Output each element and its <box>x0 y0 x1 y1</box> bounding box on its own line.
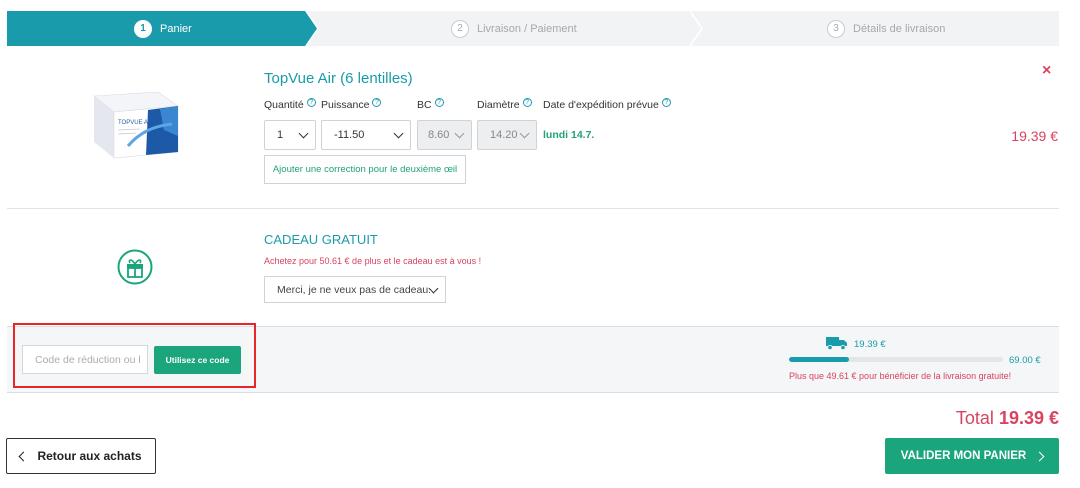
bc-label: BC ? <box>417 97 444 111</box>
validate-button-label: VALIDER MON PANIER <box>900 450 1027 462</box>
quantity-value: 1 <box>277 129 284 141</box>
step-label: Livraison / Paiement <box>477 22 577 35</box>
ship-date-value: lundi 14.7. <box>543 129 595 141</box>
ship-date-label: Date d'expédition prévue ? <box>543 97 671 111</box>
free-shipping-threshold: 69.00 € <box>1009 355 1041 366</box>
back-button-label: Retour aux achats <box>37 449 142 463</box>
cart-total: Total 19.39 € <box>956 408 1059 429</box>
info-icon[interactable]: ? <box>434 97 444 107</box>
bc-value: 8.60 <box>428 129 450 141</box>
checkout-stepper: 1 Panier 2 Livraison / Paiement 3 Détail… <box>7 11 1059 46</box>
gift-message: Achetez pour 50.61 € de plus et le cadea… <box>264 256 482 266</box>
info-icon[interactable]: ? <box>372 97 382 107</box>
info-icon[interactable]: ? <box>522 97 532 107</box>
gift-select[interactable]: Merci, je ne veux pas de cadeau. <box>264 276 446 303</box>
quantity-label-text: Quantité <box>264 99 304 111</box>
product-title[interactable]: TopVue Air (6 lentilles) <box>264 70 413 87</box>
remove-item-icon[interactable]: × <box>1042 62 1051 80</box>
box-brand-text: TOPVUE Air <box>118 120 151 126</box>
chevron-down-icon <box>454 128 465 139</box>
diameter-value: 14.20 <box>490 129 518 141</box>
total-label: Total <box>955 408 994 428</box>
step-delivery-details[interactable]: 3 Détails de livraison <box>691 11 1059 46</box>
chevron-down-icon <box>298 128 309 139</box>
chevron-down-icon <box>519 128 530 139</box>
divider <box>7 208 1059 209</box>
gift-select-value: Merci, je ne veux pas de cadeau. <box>277 283 432 296</box>
bc-label-text: BC <box>417 99 432 111</box>
validate-cart-button[interactable]: VALIDER MON PANIER <box>885 438 1059 474</box>
diameter-label: Diamètre ? <box>477 97 532 111</box>
back-to-shopping-button[interactable]: Retour aux achats <box>6 438 156 474</box>
info-icon[interactable]: ? <box>306 97 316 107</box>
diameter-label-text: Diamètre <box>477 99 520 111</box>
truck-icon <box>826 337 847 350</box>
chevron-left-icon <box>19 451 29 461</box>
step-cart: 1 Panier <box>7 11 317 46</box>
step-number: 3 <box>827 19 845 38</box>
free-shipping-progress <box>789 357 1003 362</box>
ship-date-label-text: Date d'expédition prévue <box>543 99 659 111</box>
quantity-select[interactable]: 1 <box>264 120 316 150</box>
info-icon[interactable]: ? <box>661 97 671 107</box>
step-number: 1 <box>134 19 152 38</box>
add-second-eye-button[interactable]: Ajouter une correction pour le deuxième … <box>264 155 466 184</box>
bc-select: 8.60 <box>417 120 472 150</box>
quantity-label: Quantité ? <box>264 97 316 111</box>
step-label: Détails de livraison <box>853 22 946 35</box>
power-label-text: Puissance <box>321 99 370 111</box>
step-delivery-payment[interactable]: 2 Livraison / Paiement <box>307 11 701 46</box>
total-amount: 19.39 € <box>998 408 1059 428</box>
free-shipping-message: Plus que 49.61 € pour bénéficier de la l… <box>789 371 1012 381</box>
diameter-select: 14.20 <box>477 120 537 150</box>
promo-code-input[interactable] <box>22 345 148 374</box>
gift-icon <box>117 249 153 285</box>
power-value: -11.50 <box>334 129 365 141</box>
progress-fill <box>789 357 849 362</box>
chevron-right-icon <box>1034 451 1045 461</box>
shipping-current-amount: 19.39 € <box>854 339 886 350</box>
gift-title: CADEAU GRATUIT <box>264 232 378 247</box>
apply-code-button[interactable]: Utilisez ce code <box>154 346 241 374</box>
power-select[interactable]: -11.50 <box>321 120 411 150</box>
product-image: TOPVUE Air <box>93 91 179 159</box>
step-label: Panier <box>160 22 192 35</box>
power-label: Puissance ? <box>321 97 382 111</box>
step-number: 2 <box>451 19 469 38</box>
product-price: 19.39 € <box>1011 128 1058 144</box>
chevron-down-icon <box>393 128 404 139</box>
